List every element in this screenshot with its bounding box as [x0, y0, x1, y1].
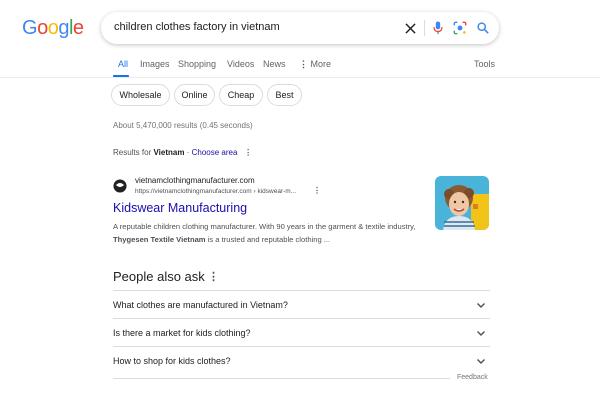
chip-online[interactable]: Online	[174, 84, 215, 106]
search-icon[interactable]	[474, 19, 492, 37]
tab-more-label: More	[310, 59, 332, 69]
search-input[interactable]: children clothes factory in vietnam	[114, 21, 280, 33]
tab-more[interactable]: ⋮ More	[299, 59, 331, 70]
result-thumbnail[interactable]	[435, 176, 489, 230]
microphone-icon[interactable]	[429, 19, 447, 37]
tab-shopping[interactable]: Shopping	[178, 59, 216, 69]
chip-cheap[interactable]: Cheap	[219, 84, 263, 106]
more-vert-icon[interactable]: ⋮	[244, 148, 252, 157]
paa-question-text: How to shop for kids clothes?	[113, 356, 231, 366]
chevron-down-icon	[477, 359, 485, 364]
tab-videos[interactable]: Videos	[227, 59, 254, 69]
chip-wholesale[interactable]: Wholesale	[111, 84, 170, 106]
region-filter: Results for Vietnam · Choose area ⋮	[113, 148, 252, 157]
feedback-link[interactable]: Feedback	[457, 374, 488, 381]
people-also-ask-title: People also ask	[113, 269, 205, 284]
paa-question[interactable]: How to shop for kids clothes?	[113, 346, 490, 374]
google-logo[interactable]: Google	[22, 17, 84, 40]
result-title-link[interactable]: Kidswear Manufacturing	[113, 201, 247, 215]
tools-button[interactable]: Tools	[474, 59, 495, 69]
close-icon[interactable]	[401, 19, 419, 37]
site-favicon	[113, 179, 127, 193]
region-prefix: Results for	[113, 148, 152, 157]
snippet-text: A reputable children clothing manufactur…	[113, 222, 416, 231]
tab-images[interactable]: Images	[140, 59, 170, 69]
lens-icon[interactable]	[451, 19, 469, 37]
site-name[interactable]: vietnamclothingmanufacturer.com	[135, 176, 255, 185]
more-vert-icon[interactable]: ⋮	[313, 186, 321, 195]
more-vert-icon: ⋮	[299, 59, 308, 69]
active-tab-indicator	[113, 75, 129, 77]
tab-news[interactable]: News	[263, 59, 286, 69]
region-country: Vietnam	[153, 148, 185, 157]
search-tabs: All Images Shopping Videos News ⋮ More T…	[0, 56, 600, 78]
divider	[113, 378, 450, 379]
search-box[interactable]: children clothes factory in vietnam	[101, 12, 499, 44]
result-snippet: A reputable children clothing manufactur…	[113, 220, 418, 246]
paa-question-text: What clothes are manufactured in Vietnam…	[113, 300, 288, 310]
paa-question-text: Is there a market for kids clothing?	[113, 328, 251, 338]
tab-all[interactable]: All	[118, 59, 128, 69]
chevron-down-icon	[477, 303, 485, 308]
header: Google children clothes factory in vietn…	[0, 0, 600, 56]
chevron-down-icon	[477, 331, 485, 336]
region-separator: ·	[186, 148, 190, 157]
divider	[424, 20, 425, 36]
paa-question[interactable]: What clothes are manufactured in Vietnam…	[113, 290, 490, 318]
chip-best[interactable]: Best	[267, 84, 302, 106]
result-stats: About 5,470,000 results (0.45 seconds)	[113, 121, 253, 130]
snippet-text-end: is a trusted and reputable clothing ...	[207, 235, 331, 244]
site-url[interactable]: https://vietnamclothingmanufacturer.com …	[135, 188, 296, 195]
snippet-bold: Thygesen Textile Vietnam	[113, 235, 206, 244]
paa-question[interactable]: Is there a market for kids clothing?	[113, 318, 490, 346]
more-vert-icon[interactable]: ⋮	[208, 270, 219, 283]
choose-area-link[interactable]: Choose area	[192, 148, 238, 157]
